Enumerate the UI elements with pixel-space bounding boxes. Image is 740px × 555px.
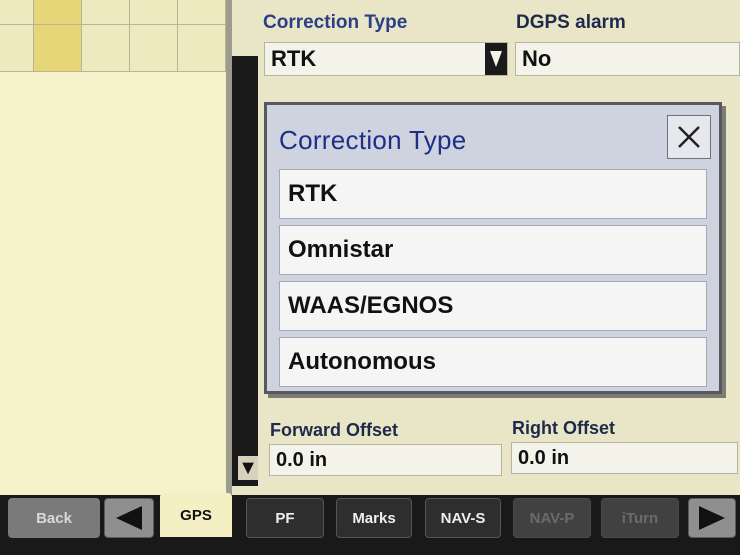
grid-cell-highlight (34, 0, 82, 72)
tab-pf[interactable]: PF (246, 498, 324, 538)
tab-gps[interactable]: GPS (160, 493, 232, 537)
correction-type-label: Correction Type (263, 12, 408, 33)
dialog-title: Correction Type (279, 125, 467, 155)
correction-type-dialog: Correction Type RTK Omnistar WAAS/EGNOS … (264, 102, 722, 394)
option-autonomous[interactable]: Autonomous (279, 337, 707, 387)
right-offset-label: Right Offset (512, 418, 615, 438)
scroll-down-icon[interactable]: ▼ (238, 456, 258, 480)
forward-offset-field[interactable]: 0.0 in (269, 444, 502, 476)
grid-cell (130, 0, 178, 72)
grid-divider (0, 24, 232, 25)
grid-cell (82, 0, 130, 72)
prev-button[interactable] (104, 498, 154, 538)
next-button[interactable] (688, 498, 736, 538)
dgps-alarm-dropdown[interactable]: No (515, 42, 740, 76)
arrow-left-icon (116, 506, 142, 530)
right-offset-field[interactable]: 0.0 in (511, 442, 738, 474)
correction-type-dropdown[interactable]: RTK (264, 42, 508, 76)
tab-marks[interactable]: Marks (336, 498, 412, 538)
arrow-right-icon (699, 506, 725, 530)
option-rtk[interactable]: RTK (279, 169, 707, 219)
forward-offset-label: Forward Offset (270, 420, 399, 440)
grid-cell (178, 0, 226, 72)
option-waas-egnos[interactable]: WAAS/EGNOS (279, 281, 707, 331)
dgps-alarm-value: No (522, 46, 552, 71)
grid-cell (0, 0, 34, 72)
left-map-area (0, 72, 232, 495)
close-button[interactable] (667, 115, 711, 159)
dgps-alarm-label: DGPS alarm (516, 12, 626, 33)
back-button[interactable]: Back (8, 498, 100, 538)
tab-nav-s[interactable]: NAV-S (425, 498, 501, 538)
correction-type-value: RTK (271, 46, 317, 71)
scrollbar[interactable] (232, 56, 258, 486)
tab-iturn[interactable]: iTurn (601, 498, 679, 538)
option-omnistar[interactable]: Omnistar (279, 225, 707, 275)
left-grid (0, 0, 232, 72)
close-icon (678, 126, 700, 148)
chevron-down-icon[interactable] (485, 43, 507, 75)
tab-nav-p[interactable]: NAV-P (513, 498, 591, 538)
